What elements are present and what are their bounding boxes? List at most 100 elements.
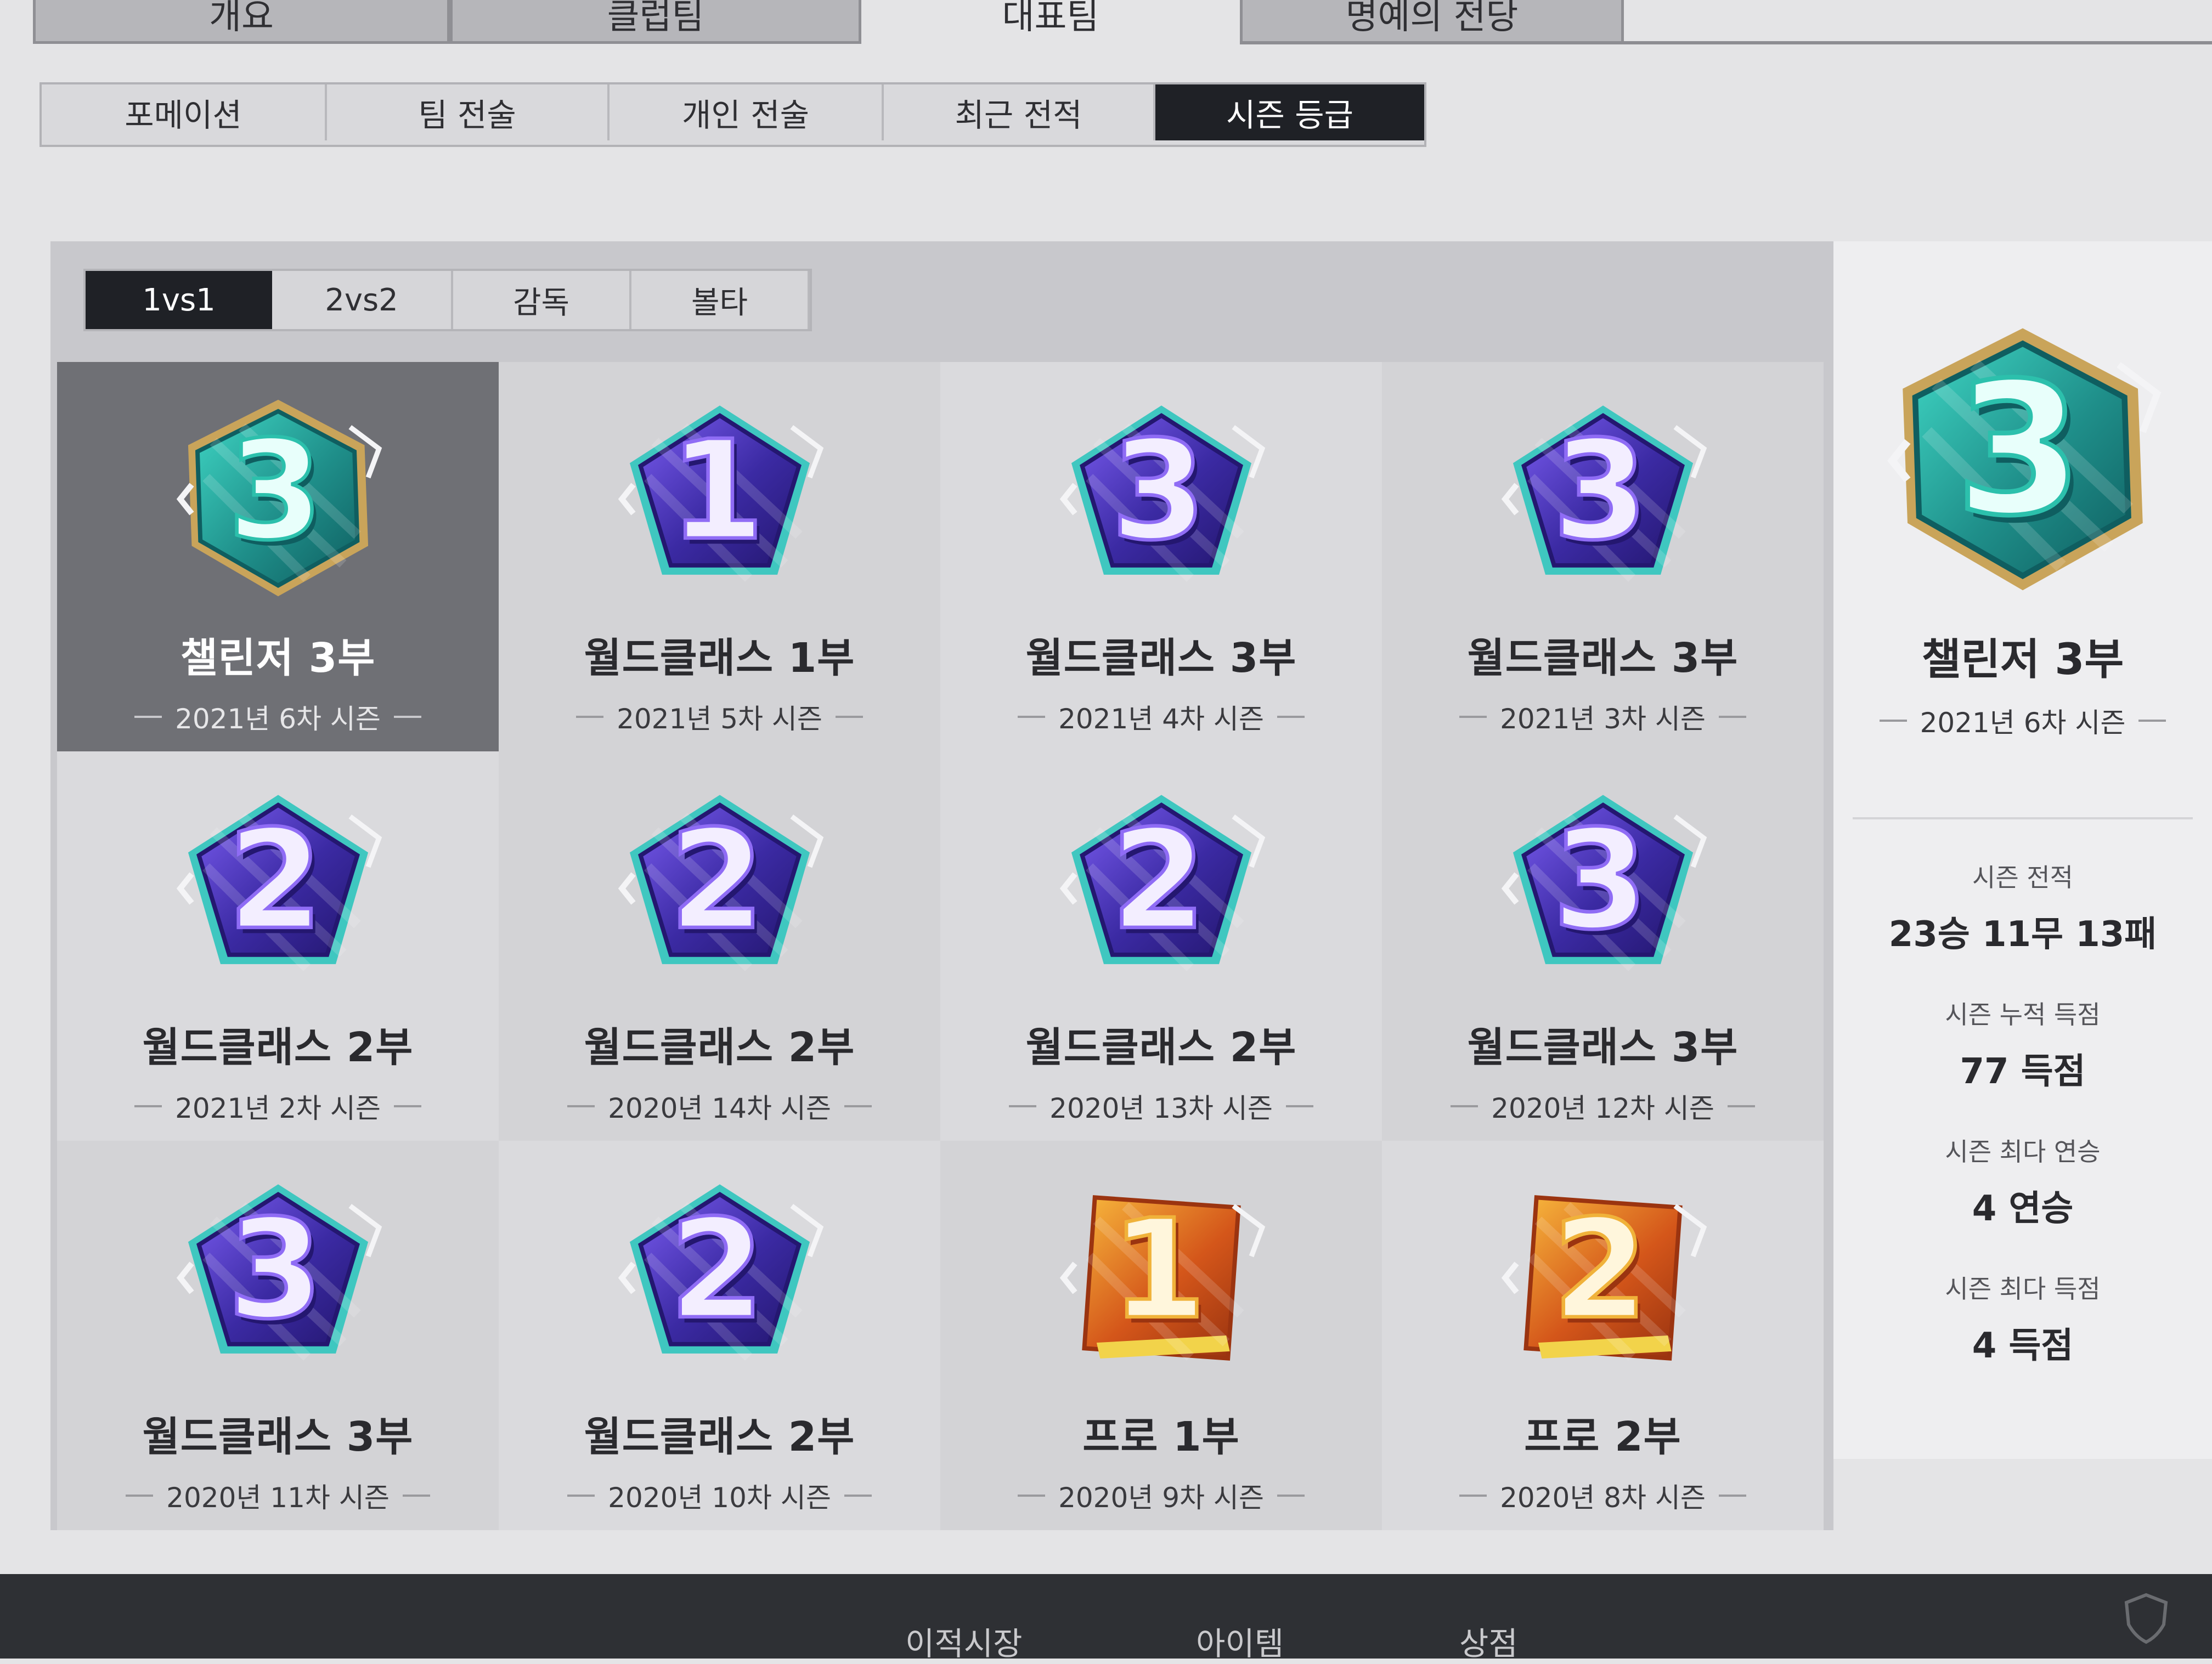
svg-text:3: 3 [1552, 801, 1647, 960]
rank-badge-icon: 2 2 [1046, 773, 1277, 1004]
rank-badge-icon: 1 1 [605, 384, 835, 614]
season-rank-panel: 1vs1 2vs2 감독 볼타 3 3 챌린저 3부 2021년 6차 시즌 1… [50, 241, 1833, 1530]
season-card[interactable]: 2 2 월드클래스 2부 2021년 2차 시즌 [57, 751, 499, 1141]
card-season: 2020년 14차 시즌 [608, 1093, 831, 1124]
tab-season-rank[interactable]: 시즌 등급 [1155, 84, 1424, 140]
svg-text:2: 2 [669, 801, 764, 960]
stat-label: 시즌 최다 연승 [1945, 1137, 2101, 1167]
svg-text:3: 3 [1955, 344, 2082, 556]
svg-text:2: 2 [1552, 1190, 1647, 1349]
tab-individual-tactics[interactable]: 개인 전술 [610, 84, 884, 140]
card-tier: 프로 1부 [1082, 1413, 1240, 1461]
stat-label: 시즌 전적 [1972, 863, 2073, 892]
season-card[interactable]: 2 2 월드클래스 2부 2020년 13차 시즌 [940, 751, 1382, 1141]
nav-items[interactable]: 아이템 [1196, 1618, 1284, 1664]
card-tier: 월드클래스 3부 [142, 1413, 414, 1461]
svg-text:2: 2 [1110, 801, 1206, 960]
stat-value: 77 득점 [1960, 1051, 2086, 1092]
stat-value: 4 연승 [1972, 1188, 2074, 1229]
tab-club-team[interactable]: 클럽팀 [450, 0, 861, 44]
season-card[interactable]: 3 3 월드클래스 3부 2020년 12차 시즌 [1382, 751, 1824, 1141]
card-tier: 월드클래스 3부 [1467, 1024, 1739, 1071]
season-card[interactable]: 3 3 월드클래스 3부 2020년 11차 시즌 [57, 1141, 499, 1530]
stat-value: 23승 11무 13패 [1888, 914, 2157, 955]
shield-icon[interactable] [2119, 1591, 2174, 1645]
rank-badge-icon: 3 3 [163, 384, 393, 614]
card-season: 2020년 10차 시즌 [608, 1482, 831, 1514]
tab-national-team[interactable]: 대표팀 [861, 0, 1240, 44]
svg-text:3: 3 [227, 1190, 323, 1349]
tab-hall-of-fame[interactable]: 명예의 전당 [1240, 0, 1624, 44]
card-tier: 월드클래스 1부 [584, 635, 855, 682]
card-season: 2020년 12차 시즌 [1491, 1093, 1714, 1124]
stat-max-goals: 시즌 최다 득점 4 득점 [1833, 1269, 2212, 1368]
card-tier: 월드클래스 2부 [584, 1024, 855, 1071]
card-tier: 챌린저 3부 [180, 635, 376, 682]
stat-label: 시즌 최다 득점 [1945, 1274, 2101, 1304]
tab-formation[interactable]: 포메이션 [42, 84, 327, 140]
stat-win-streak: 시즌 최다 연승 4 연승 [1833, 1132, 2212, 1231]
stat-total-goals: 시즌 누적 득점 77 득점 [1833, 995, 2212, 1094]
season-card[interactable]: 2 2 월드클래스 2부 2020년 14차 시즌 [499, 751, 940, 1141]
bottom-nav: 이적시장 아이템 상점 [0, 1574, 2212, 1662]
tab-recent-record[interactable]: 최근 전적 [884, 84, 1155, 140]
current-rank-badge-icon: 3 3 [1869, 307, 2176, 614]
current-season-info: 3 3 챌린저 3부 2021년 6차 시즌 시즌 전적 23승 11무 13패… [1833, 241, 2212, 1459]
card-season: 2020년 11차 시즌 [166, 1482, 390, 1514]
svg-text:3: 3 [227, 411, 323, 570]
stat-value: 4 득점 [1972, 1326, 2074, 1366]
stat-season-record: 시즌 전적 23승 11무 13패 [1833, 858, 2212, 956]
nav-shop[interactable]: 상점 [1459, 1618, 1518, 1664]
svg-text:1: 1 [669, 411, 764, 570]
tab-overview[interactable]: 개요 [33, 0, 450, 44]
season-card[interactable]: 2 2 프로 2부 2020년 8차 시즌 [1382, 1141, 1824, 1530]
card-season: 2021년 3차 시즌 [1500, 703, 1706, 735]
rank-badge-icon: 2 2 [1488, 1163, 1718, 1393]
rank-badge-icon: 3 3 [1046, 384, 1277, 614]
season-rank-grid: 3 3 챌린저 3부 2021년 6차 시즌 1 1 월드클래스 1부 2021… [57, 362, 1824, 1530]
card-tier: 월드클래스 2부 [584, 1413, 855, 1461]
card-season: 2021년 2차 시즌 [175, 1093, 381, 1124]
rank-badge-icon: 2 2 [605, 773, 835, 1004]
season-card[interactable]: 1 1 월드클래스 1부 2021년 5차 시즌 [499, 362, 940, 751]
tab-1vs1[interactable]: 1vs1 [86, 271, 272, 329]
season-card[interactable]: 2 2 월드클래스 2부 2020년 10차 시즌 [499, 1141, 940, 1530]
rank-badge-icon: 2 2 [605, 1163, 835, 1393]
card-season: 2021년 5차 시즌 [617, 703, 822, 735]
card-season: 2020년 13차 시즌 [1049, 1093, 1273, 1124]
card-tier: 프로 2부 [1524, 1413, 1681, 1461]
rank-badge-icon: 3 3 [163, 1163, 393, 1393]
season-card[interactable]: 1 1 프로 1부 2020년 9차 시즌 [940, 1141, 1382, 1530]
rank-badge-icon: 3 3 [1488, 384, 1718, 614]
rank-badge-icon: 2 2 [163, 773, 393, 1004]
rank-badge-icon: 3 3 [1488, 773, 1718, 1004]
svg-text:2: 2 [227, 801, 323, 960]
card-tier: 월드클래스 2부 [1025, 1024, 1297, 1071]
tab-2vs2[interactable]: 2vs2 [272, 271, 453, 329]
rank-badge-icon: 1 1 [1046, 1163, 1277, 1393]
current-tier: 챌린저 3부 [1921, 635, 2124, 684]
season-card[interactable]: 3 3 월드클래스 3부 2021년 4차 시즌 [940, 362, 1382, 751]
sub-tabs: 포메이션 팀 전술 개인 전술 최근 전적 시즌 등급 [40, 82, 1426, 147]
main-tabs-divider [1240, 41, 2212, 44]
main-tabs: 개요 클럽팀 대표팀 명예의 전당 [33, 0, 1624, 44]
svg-text:2: 2 [669, 1190, 764, 1349]
card-season: 2021년 4차 시즌 [1058, 703, 1264, 735]
card-tier: 월드클래스 2부 [142, 1024, 414, 1071]
season-card[interactable]: 3 3 월드클래스 3부 2021년 3차 시즌 [1382, 362, 1824, 751]
stat-label: 시즌 누적 득점 [1945, 1000, 2101, 1029]
season-card[interactable]: 3 3 챌린저 3부 2021년 6차 시즌 [57, 362, 499, 751]
svg-text:1: 1 [1110, 1190, 1206, 1349]
mode-tabs: 1vs1 2vs2 감독 볼타 [83, 269, 812, 331]
nav-transfer-market[interactable]: 이적시장 [905, 1618, 1022, 1664]
tab-manager[interactable]: 감독 [453, 271, 631, 329]
tab-volta[interactable]: 볼타 [631, 271, 810, 329]
current-season: 2021년 6차 시즌 [1920, 707, 2126, 739]
card-season: 2021년 6차 시즌 [175, 703, 381, 735]
tab-team-tactics[interactable]: 팀 전술 [327, 84, 610, 140]
card-season: 2020년 9차 시즌 [1058, 1482, 1264, 1514]
card-season: 2020년 8차 시즌 [1500, 1482, 1706, 1514]
divider [1853, 817, 2193, 819]
svg-text:3: 3 [1110, 411, 1206, 570]
svg-text:3: 3 [1552, 411, 1647, 570]
